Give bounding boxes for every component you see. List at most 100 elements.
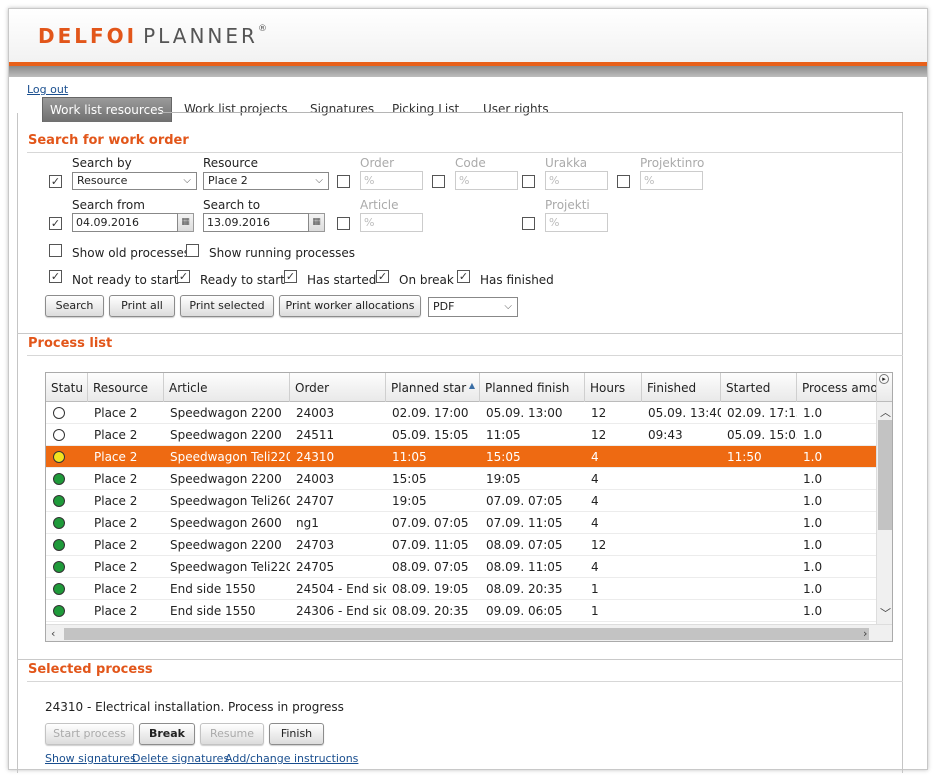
projekti-checkbox[interactable] [522,217,535,230]
table-row[interactable]: Place 2 Speedwagon 2200 24003 02.09. 17:00 0… [46,402,876,424]
has-finished-checkbox[interactable]: ✓ [457,270,470,283]
projektinro-input[interactable]: % [640,171,703,190]
delete-signatures-link[interactable]: Delete signatures [132,752,229,765]
table-row[interactable]: Place 2 Speedwagon 2200 24703 07.09. 11:05 0… [46,534,876,556]
search-by-checkbox[interactable]: ✓ [49,175,62,188]
cell-pfinish: 19:05 [486,472,521,486]
col-article[interactable]: Article [164,373,290,402]
instructions-link[interactable]: Add/change instructions [225,752,358,765]
process-list-title: Process list [28,336,113,351]
cell-started: 02.09. 17:15 [727,406,797,420]
format-select[interactable]: PDF ⌵ [428,297,518,317]
search-to-input[interactable]: 13.09.2016 [203,213,309,232]
cell-article: End side 1550 [170,582,256,596]
cell-order: 24511 [296,428,335,442]
not-ready-checkbox[interactable]: ✓ [49,270,62,283]
order-checkbox[interactable] [337,175,350,188]
table-row[interactable]: Place 2 Speedwagon Teli2200 24705 08.09. 07… [46,556,876,578]
print-worker-allocations-button[interactable]: Print worker allocations [279,295,421,317]
scroll-down-icon[interactable]: ﹀ [880,605,891,621]
has-started-checkbox[interactable]: ✓ [284,270,297,283]
cell-pstart: 11:05 [392,450,427,464]
status-green-icon [53,473,65,485]
print-selected-button[interactable]: Print selected [180,295,274,317]
table-row[interactable]: Place 2 Speedwagon 2200 24003 15:05 19:05 4 1.… [46,468,876,490]
ready-checkbox[interactable]: ✓ [177,270,190,283]
search-date-checkbox[interactable]: ✓ [49,217,62,230]
column-menu-icon[interactable]: ▸ [879,374,889,384]
cell-order: 24003 [296,472,335,486]
break-button[interactable]: Break [139,723,195,745]
table-row[interactable]: Place 2 Speedwagon 2600 ng1 07.09. 07:05 07.… [46,512,876,534]
search-from-input[interactable]: 04.09.2016 [72,213,178,232]
show-old-label: Show old processes [72,246,191,260]
search-by-select[interactable]: Resource ⌵ [72,172,197,190]
col-resource[interactable]: Resource [88,373,164,402]
table-row[interactable]: Place 2 End side 1550 24306 - End side 08.0… [46,600,876,622]
scroll-up-icon[interactable]: ︿ [880,404,891,420]
vertical-scroll-thumb[interactable] [878,420,892,530]
cell-hours: 12 [591,428,607,442]
table-row[interactable]: Place 2 Speedwagon 2200 24511 05.09. 15:05 1… [46,424,876,446]
cell-pfinish: 05.09. 13:00 [486,406,563,420]
cell-started [721,556,797,577]
urakka-input[interactable]: % [545,171,608,190]
show-running-checkbox[interactable] [186,244,199,257]
article-checkbox[interactable] [337,217,350,230]
col-planned-start[interactable]: Planned star ▲ [386,373,480,402]
scroll-left-icon[interactable]: ‹ [51,627,55,640]
code-input[interactable]: % [455,171,518,190]
col-finished[interactable]: Finished [642,373,721,402]
search-button[interactable]: Search [45,295,104,317]
finish-button[interactable]: Finish [269,723,324,745]
col-status[interactable]: Statu [46,373,88,402]
print-all-button[interactable]: Print all [109,295,175,317]
table-row[interactable]: Place 2 Speedwagon Teli2200 24310 11:05 15:0… [46,446,876,468]
article-input[interactable]: % [360,213,423,232]
table-row[interactable]: Place 2 End side 1550 24504 - End side 08.0… [46,578,876,600]
search-section-title: Search for work order [28,133,189,148]
logo-brand: DELFOI [38,24,138,48]
projekti-input[interactable]: % [545,213,608,232]
cell-amount: 1.0 [803,516,823,530]
horizontal-scrollbar[interactable]: ‹ › [46,624,892,641]
cell-order: ng1 [296,516,319,530]
col-hours[interactable]: Hours [585,373,642,402]
resource-select[interactable]: Place 2 ⌵ [203,172,329,190]
cell-resource: Place 2 [94,560,138,574]
urakka-label: Urakka [545,156,588,170]
projektinro-checkbox[interactable] [617,175,630,188]
logout-link[interactable]: Log out [27,83,68,96]
cell-article: Speedwagon 2200 [170,538,282,552]
table-row[interactable]: Place 2 Speedwagon Teli2600 24707 19:05 07.0… [46,490,876,512]
col-process-amount[interactable]: Process amou [797,373,877,402]
show-signatures-link[interactable]: Show signatures [45,752,136,765]
resume-button[interactable]: Resume [200,723,264,745]
start-process-button[interactable]: Start process [45,723,134,745]
not-ready-label: Not ready to start [72,273,179,287]
logo-registered: ® [257,24,267,34]
cell-pstart: 02.09. 17:00 [392,406,469,420]
col-order[interactable]: Order [290,373,386,402]
scroll-right-icon[interactable]: › [863,627,867,640]
cell-order: 24703 [296,538,335,552]
calendar-icon[interactable]: ▦ [178,213,194,232]
horizontal-scroll-thumb[interactable] [64,628,869,640]
search-from-label: Search from [72,198,145,212]
cell-hours: 4 [591,494,599,508]
urakka-checkbox[interactable] [522,175,535,188]
col-started[interactable]: Started [721,373,797,402]
calendar-icon[interactable]: ▦ [309,213,325,232]
col-planned-finish[interactable]: Planned finish [480,373,585,402]
cell-finished [642,578,721,599]
order-input[interactable]: % [360,171,423,190]
on-break-checkbox[interactable]: ✓ [376,270,389,283]
code-checkbox[interactable] [432,175,445,188]
show-old-checkbox[interactable] [49,244,62,257]
cell-order: 24705 [296,560,335,574]
cell-pfinish: 08.09. 07:05 [486,538,563,552]
cell-started: 11:50 [727,450,762,464]
has-finished-label: Has finished [480,273,554,287]
cell-pfinish: 15:05 [486,450,521,464]
vertical-scrollbar[interactable]: ︿ ﹀ [876,402,892,624]
